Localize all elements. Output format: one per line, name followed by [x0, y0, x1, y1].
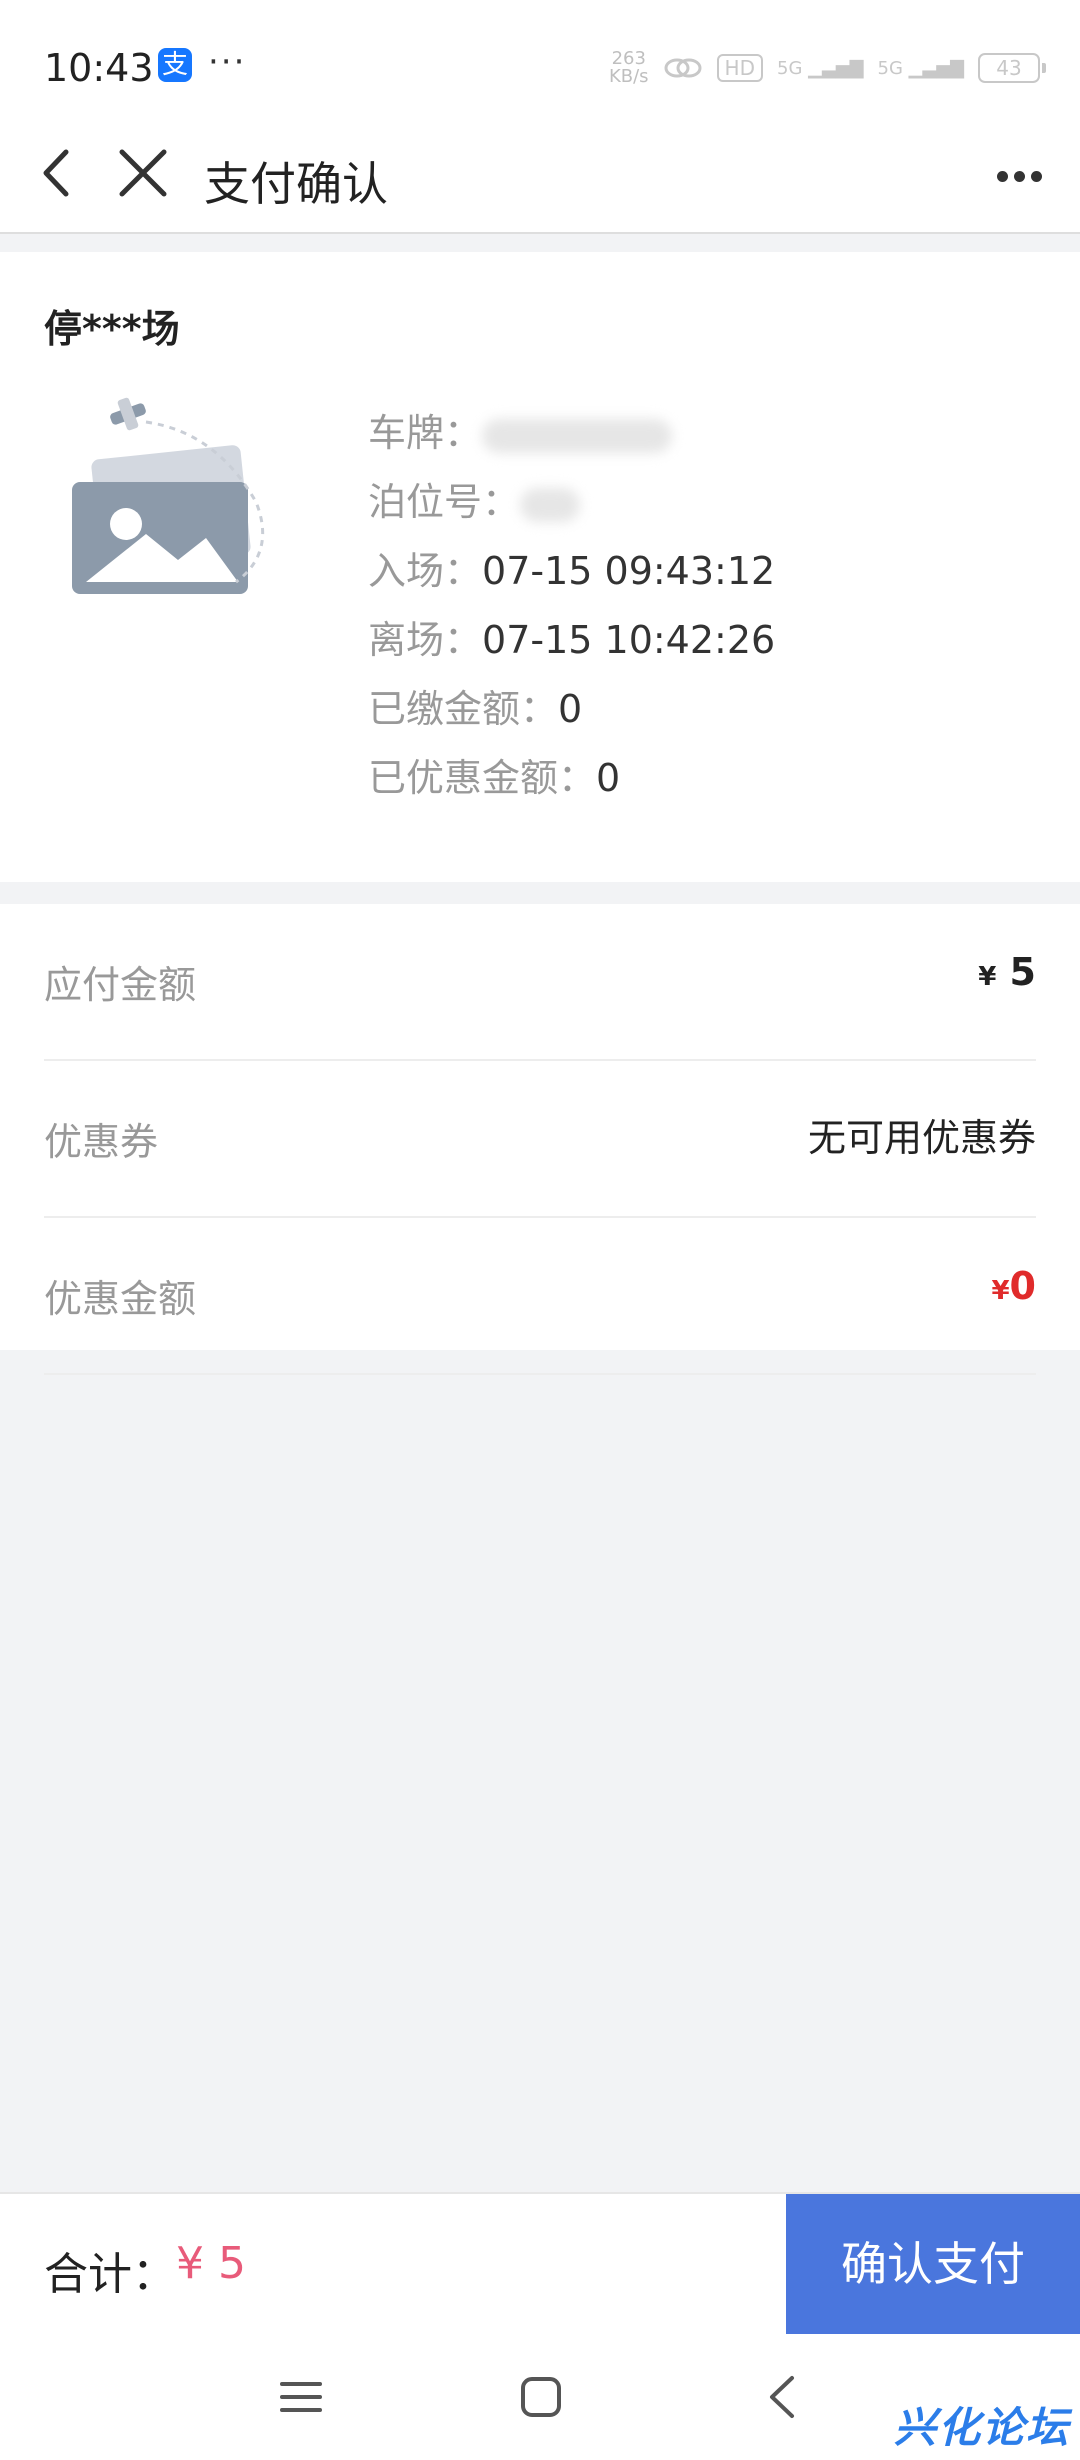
menu-icon[interactable]	[276, 2372, 326, 2422]
notification-dots: ···	[208, 42, 247, 82]
coupon-label: 优惠券	[44, 1120, 159, 1164]
status-time: 10:43	[44, 46, 154, 90]
total-label: 合计：	[44, 2249, 176, 2300]
link-icon	[664, 58, 702, 78]
due-amount-label: 应付金额	[44, 963, 197, 1007]
total-amount: ¥ 5	[176, 2238, 246, 2289]
parking-details: 车牌： 泊位号： 入场：07-15 09:43:12 离场：07-15 10:4…	[368, 402, 775, 816]
home-icon[interactable]	[516, 2372, 566, 2422]
image-placeholder-icon	[72, 397, 265, 594]
coupon-row[interactable]: 优惠券 无可用优惠券	[44, 1061, 1036, 1218]
watermark-logo: 兴化论坛	[893, 2403, 1070, 2452]
parking-info-card: 停***场 车牌： 泊位号： 入场：07-15 09:43:12 离场：07-1…	[0, 252, 1080, 882]
payment-summary: 应付金额 ¥ 5 优惠券 无可用优惠券 优惠金额 ¥0	[0, 904, 1080, 1375]
discounted-row: 已优惠金额：0	[368, 756, 621, 800]
discount-amount: ¥0	[991, 1264, 1036, 1308]
discounted-amount: 0	[596, 756, 621, 800]
entry-time: 07-15 09:43:12	[482, 549, 776, 593]
exit-row: 离场：07-15 10:42:26	[368, 618, 776, 662]
discount-amount-label: 优惠金额	[44, 1277, 197, 1321]
due-amount: ¥ 5	[978, 950, 1036, 994]
parking-lot-name: 停***场	[44, 307, 180, 351]
paid-row: 已缴金额：0	[368, 687, 583, 731]
signal-icon-2: 5G ▁▃▅▇	[877, 57, 965, 79]
alipay-icon: 支	[158, 48, 192, 82]
status-bar: 10:43 支 ··· 263 KB/s HD 5G ▁▃▅▇ 5G ▁▃▅▇ …	[0, 0, 1080, 120]
paid-amount: 0	[558, 687, 583, 731]
net-speed: 263 KB/s	[608, 48, 649, 87]
due-amount-row: 应付金额 ¥ 5	[44, 904, 1036, 1061]
status-indicators: 263 KB/s HD 5G ▁▃▅▇ 5G ▁▃▅▇ 43	[608, 48, 1046, 87]
coupon-value: 无可用优惠券	[807, 1116, 1036, 1160]
plate-row: 车牌：	[368, 402, 775, 471]
slot-row: 泊位号：	[368, 471, 775, 540]
hd-icon: HD	[716, 54, 763, 82]
signal-icon-1: 5G ▁▃▅▇	[777, 57, 864, 79]
system-back-icon[interactable]	[758, 2370, 808, 2424]
system-nav-bar: 兴化论坛	[0, 2334, 1080, 2460]
confirm-pay-button[interactable]: 确认支付	[786, 2194, 1080, 2334]
nav-bar: 支付确认	[0, 120, 1080, 234]
entry-row: 入场：07-15 09:43:12	[368, 549, 776, 593]
slot-value-blurred	[520, 487, 581, 522]
discount-amount-row: 优惠金额 ¥0	[44, 1218, 1036, 1375]
more-icon[interactable]	[984, 144, 1054, 208]
back-icon[interactable]	[28, 138, 98, 208]
exit-time: 07-15 10:42:26	[482, 618, 776, 662]
checkout-bar: 合计： ¥ 5 确认支付	[0, 2192, 1080, 2334]
battery-icon: 43	[978, 53, 1046, 83]
page-title: 支付确认	[204, 157, 388, 211]
plate-value-blurred	[482, 418, 673, 453]
close-icon[interactable]	[108, 138, 178, 208]
